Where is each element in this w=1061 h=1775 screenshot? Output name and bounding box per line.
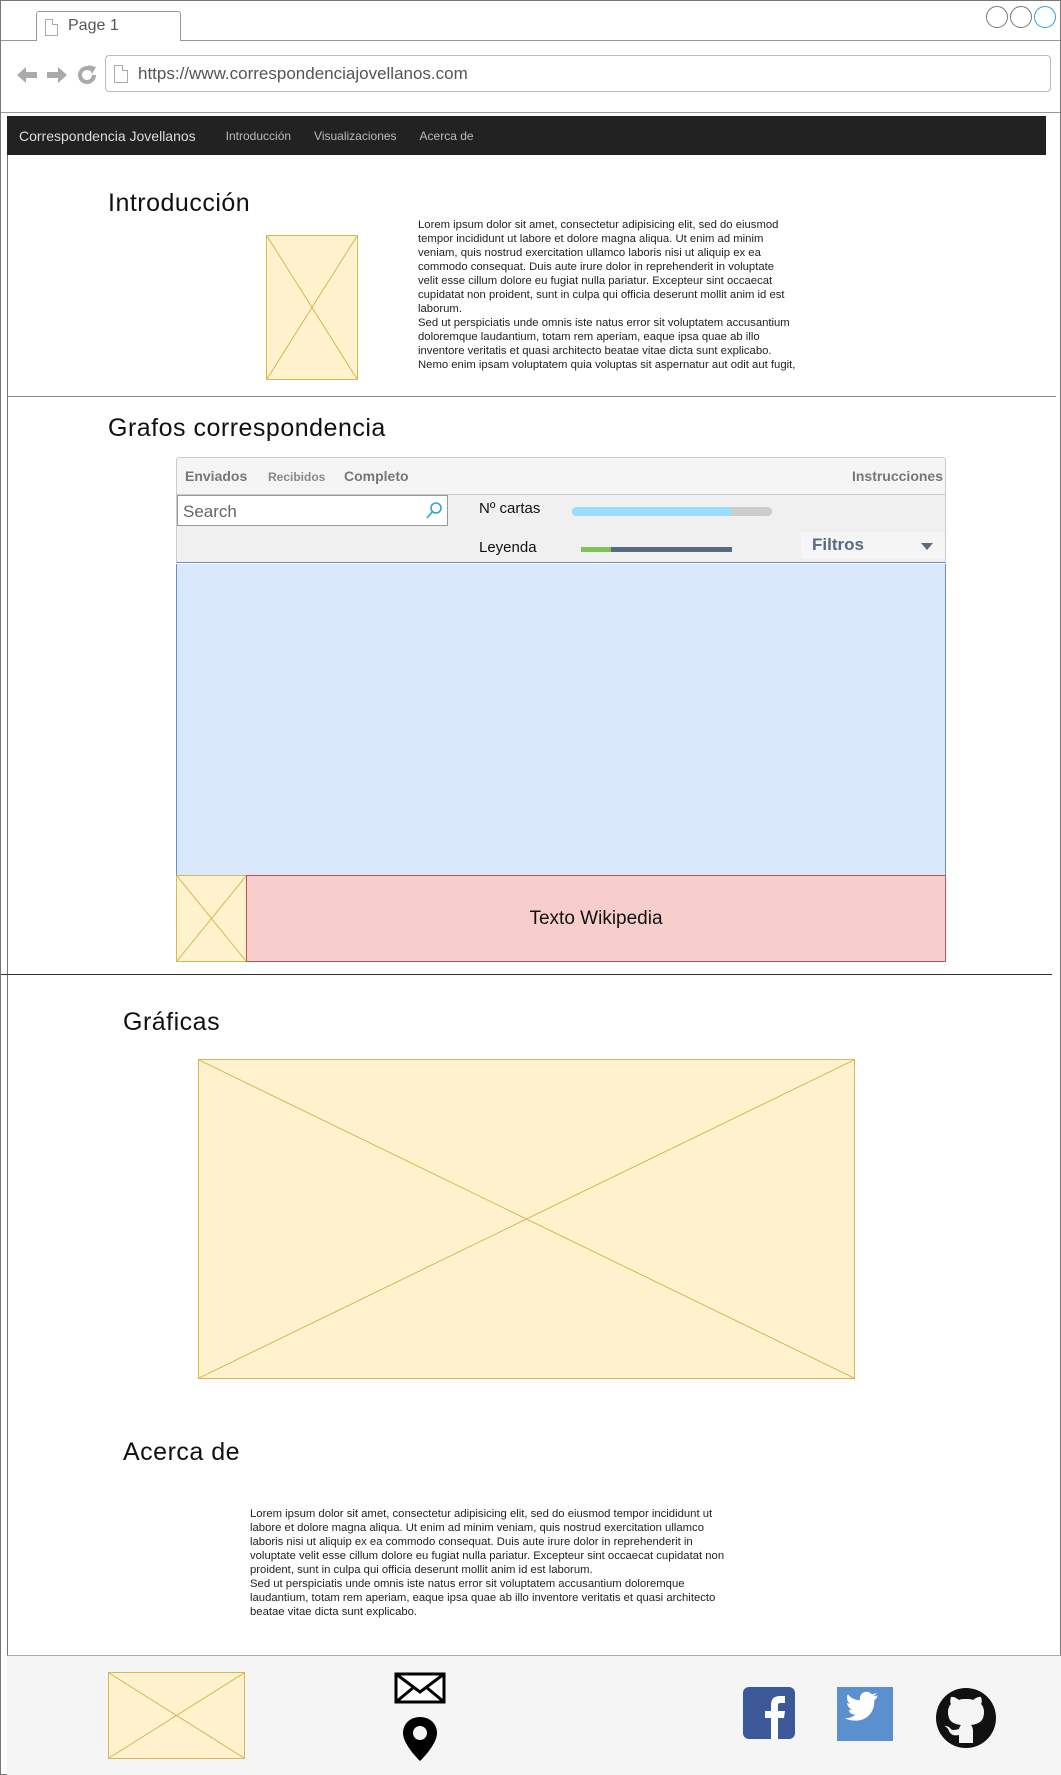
nav-link-acerca-de[interactable]: Acerca de	[420, 129, 474, 143]
minimize-button[interactable]	[986, 6, 1008, 28]
legend-label: Leyenda	[479, 539, 537, 556]
search-input[interactable]: Search	[177, 495, 448, 526]
address-bar-row: https://www.correspondenciajovellanos.co…	[1, 41, 1060, 113]
github-icon[interactable]	[935, 1687, 997, 1749]
url-field[interactable]: https://www.correspondenciajovellanos.co…	[105, 55, 1051, 92]
window-controls	[986, 6, 1056, 28]
section-divider	[1, 974, 1052, 975]
letters-slider[interactable]	[572, 507, 772, 516]
tab-label: Page 1	[68, 17, 119, 34]
graphs-title: Grafos correspondencia	[108, 414, 386, 442]
tab-enviados[interactable]: Enviados	[185, 468, 247, 484]
site-footer	[7, 1655, 1061, 1775]
wiki-image-placeholder	[176, 875, 247, 962]
mail-icon[interactable]	[394, 1672, 446, 1704]
search-placeholder: Search	[183, 502, 237, 521]
site-brand[interactable]: Correspondencia Jovellanos	[19, 128, 196, 144]
close-button[interactable]	[1034, 6, 1056, 28]
intro-text: Lorem ipsum dolor sit amet, consectetur …	[418, 218, 796, 372]
about-title: Acerca de	[123, 1438, 241, 1466]
search-icon[interactable]	[425, 501, 443, 521]
browser-window: Page 1 https://www.correspondenciajovell…	[0, 0, 1061, 1775]
section-divider	[7, 396, 1056, 397]
maximize-button[interactable]	[1010, 6, 1032, 28]
intro-paragraph-1: Lorem ipsum dolor sit amet, consectetur …	[418, 219, 785, 315]
about-paragraph-1: Lorem ipsum dolor sit amet, consectetur …	[250, 1508, 725, 1576]
content-left-border	[7, 155, 8, 1655]
footer-logo-placeholder	[108, 1672, 245, 1759]
graph-tabs: Enviados Recibidos Completo Instruccione…	[176, 457, 946, 495]
graph-canvas[interactable]	[176, 564, 946, 876]
site-navbar: Correspondencia Jovellanos Introducción …	[7, 116, 1046, 155]
charts-image-placeholder	[198, 1059, 855, 1379]
page-icon	[114, 65, 128, 83]
twitter-icon[interactable]	[837, 1687, 893, 1741]
graph-controls: Search Nº cartas Leyenda Filtros	[176, 495, 946, 563]
reload-icon[interactable]	[75, 63, 99, 87]
nav-link-visualizaciones[interactable]: Visualizaciones	[314, 129, 397, 143]
facebook-icon[interactable]	[743, 1687, 795, 1739]
about-paragraph-2: Sed ut perspiciatis unde omnis iste natu…	[250, 1578, 716, 1618]
wikipedia-panel: Texto Wikipedia	[246, 875, 946, 962]
wikipedia-text: Texto Wikipedia	[529, 908, 663, 929]
letters-label: Nº cartas	[479, 500, 541, 517]
url-text: https://www.correspondenciajovellanos.co…	[138, 64, 468, 83]
page-icon	[45, 19, 58, 36]
charts-title: Gráficas	[123, 1008, 221, 1036]
filters-label: Filtros	[812, 535, 864, 554]
back-icon[interactable]	[15, 63, 39, 87]
legend-bar-fill	[581, 547, 612, 552]
intro-image-placeholder	[266, 235, 358, 380]
tab-completo[interactable]: Completo	[344, 468, 409, 484]
about-text: Lorem ipsum dolor sit amet, consectetur …	[250, 1507, 732, 1619]
intro-paragraph-2: Sed ut perspiciatis unde omnis iste natu…	[418, 317, 796, 371]
letters-slider-fill	[572, 507, 732, 516]
legend-bar	[581, 547, 732, 552]
nav-link-introduccion[interactable]: Introducción	[226, 129, 291, 143]
instructions-link[interactable]: Instrucciones	[852, 468, 943, 484]
location-pin-icon[interactable]	[401, 1715, 439, 1763]
chevron-down-icon	[921, 543, 933, 550]
filters-dropdown[interactable]: Filtros	[801, 532, 945, 559]
graph-widget: Enviados Recibidos Completo Instruccione…	[176, 457, 946, 962]
intro-title: Introducción	[108, 189, 251, 217]
tab-recibidos[interactable]: Recibidos	[268, 470, 325, 484]
tab-bar: Page 1	[1, 1, 1060, 42]
forward-icon[interactable]	[45, 63, 69, 87]
browser-tab[interactable]: Page 1	[36, 11, 181, 42]
